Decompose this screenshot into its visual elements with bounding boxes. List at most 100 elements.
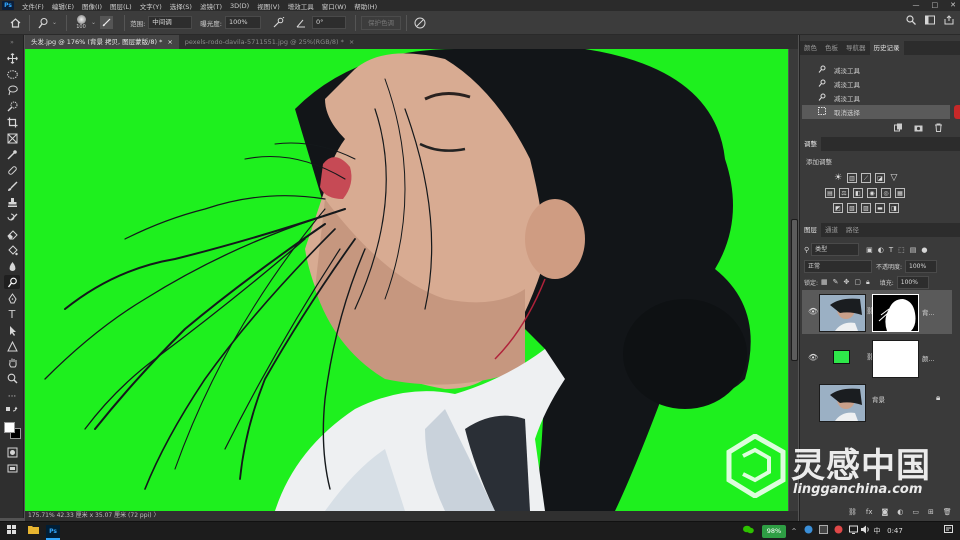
layer-name[interactable]: 背... bbox=[922, 307, 935, 317]
workspace-layout-icon[interactable] bbox=[925, 15, 935, 28]
document-tab-hair[interactable]: 头发.jpg @ 176% (背景 拷贝, 图层蒙版/8) * × bbox=[25, 35, 179, 49]
filter-shape-icon[interactable]: ⬚ bbox=[898, 246, 905, 254]
brush-settings-panel-icon[interactable] bbox=[100, 16, 114, 29]
home-icon[interactable] bbox=[6, 15, 24, 31]
lock-artboard-icon[interactable]: ▢ bbox=[854, 278, 861, 287]
minimize-button[interactable]: — bbox=[913, 0, 920, 11]
tab-color[interactable]: 颜色 bbox=[800, 41, 821, 55]
network-icon[interactable] bbox=[848, 525, 858, 538]
battery-indicator[interactable]: 98% bbox=[762, 525, 786, 538]
layer-row-background-copy[interactable]: 👁︎ ⛓ 背... bbox=[802, 290, 952, 334]
layer-filter-select[interactable]: 类型 bbox=[811, 243, 860, 256]
layer-name[interactable]: 颜... bbox=[922, 353, 935, 363]
type-tool-icon[interactable]: T bbox=[4, 307, 20, 321]
file-explorer-icon[interactable] bbox=[27, 525, 39, 538]
zoom-tool-icon[interactable] bbox=[4, 371, 20, 385]
hue-saturation-icon[interactable]: ▤ bbox=[825, 188, 835, 198]
filter-pixel-icon[interactable]: ▣ bbox=[866, 246, 873, 254]
ime-indicator[interactable]: 中 bbox=[872, 525, 882, 538]
clock[interactable]: 0:47 bbox=[884, 525, 906, 538]
tab-adjustments[interactable]: 调整 bbox=[800, 137, 821, 151]
opacity-input[interactable]: 100% bbox=[905, 260, 938, 273]
notification-center-icon[interactable] bbox=[943, 525, 953, 538]
channel-mixer-icon[interactable]: ◎ bbox=[881, 188, 891, 198]
snapshot-camera-icon[interactable] bbox=[914, 123, 923, 134]
toolbar-collapse-icon[interactable]: » bbox=[4, 39, 20, 46]
black-white-icon[interactable]: ◧ bbox=[853, 188, 863, 198]
lasso-tool-icon[interactable] bbox=[4, 83, 20, 97]
brush-tool-icon[interactable] bbox=[4, 179, 20, 193]
lock-image-icon[interactable]: ✎ bbox=[833, 278, 839, 287]
tab-close-icon[interactable]: × bbox=[167, 38, 172, 46]
wechat-tray-icon[interactable] bbox=[741, 525, 755, 538]
frame-tool-icon[interactable] bbox=[4, 131, 20, 145]
document-canvas[interactable] bbox=[25, 49, 788, 511]
photoshop-taskbar-icon[interactable]: Ps bbox=[46, 525, 60, 540]
close-button[interactable]: ✕ bbox=[950, 0, 956, 11]
menu-file[interactable]: 文件(F) bbox=[18, 1, 48, 11]
gradient-map-icon[interactable]: ▬ bbox=[875, 203, 885, 213]
menu-edit[interactable]: 编辑(E) bbox=[48, 1, 78, 11]
new-document-from-state-icon[interactable] bbox=[894, 123, 903, 134]
eyedropper-tool-icon[interactable] bbox=[4, 147, 20, 161]
filter-smart-object-icon[interactable]: ▤ bbox=[910, 246, 917, 254]
pressure-size-icon[interactable] bbox=[412, 15, 428, 31]
tab-close-icon[interactable]: × bbox=[349, 38, 354, 46]
photo-filter-icon[interactable]: ◉ bbox=[867, 188, 877, 198]
shape-tool-icon[interactable] bbox=[4, 339, 20, 353]
share-icon[interactable] bbox=[944, 15, 954, 28]
layer-style-fx-icon[interactable]: fx bbox=[866, 508, 873, 516]
volume-icon[interactable] bbox=[860, 525, 870, 538]
history-item-selected[interactable]: 取消选择 bbox=[802, 105, 950, 119]
fill-color-swatch[interactable] bbox=[833, 350, 850, 364]
eraser-tool-icon[interactable] bbox=[4, 227, 20, 241]
hand-tool-icon[interactable] bbox=[4, 355, 20, 369]
exposure-icon[interactable]: ◪ bbox=[875, 173, 885, 183]
invert-icon[interactable]: ◩ bbox=[833, 203, 843, 213]
filter-toggle-icon[interactable]: ● bbox=[921, 246, 927, 254]
layer-thumbnail[interactable] bbox=[819, 294, 866, 332]
visibility-eye-icon[interactable]: 👁︎ bbox=[808, 353, 818, 362]
preset-chevron-down-icon[interactable]: ⌄ bbox=[52, 19, 57, 26]
tab-swatches[interactable]: 色板 bbox=[821, 41, 842, 55]
fill-input[interactable]: 100% bbox=[896, 276, 929, 289]
swap-colors-icon[interactable] bbox=[4, 405, 20, 413]
tab-layers[interactable]: 图层 bbox=[800, 223, 821, 237]
move-tool-icon[interactable] bbox=[4, 51, 20, 65]
filter-adjustment-icon[interactable]: ◐ bbox=[878, 246, 884, 254]
edit-toolbar-icon[interactable]: ··· bbox=[4, 390, 20, 404]
menu-view[interactable]: 视图(V) bbox=[253, 1, 284, 11]
curves-icon[interactable]: ⟋ bbox=[861, 173, 871, 183]
brush-chevron-down-icon[interactable]: ⌄ bbox=[91, 19, 96, 26]
delete-layer-icon[interactable]: 🗑︎ bbox=[943, 508, 952, 516]
tray-app-icon[interactable] bbox=[803, 525, 813, 538]
menu-3d[interactable]: 3D(D) bbox=[226, 2, 253, 10]
menu-window[interactable]: 窗口(W) bbox=[318, 1, 351, 11]
tab-paths[interactable]: 路径 bbox=[842, 223, 863, 237]
lock-all-icon[interactable]: 🔒︎ bbox=[866, 278, 870, 287]
tray-chevron-up-icon[interactable]: ^ bbox=[790, 525, 798, 538]
vibrance-icon[interactable]: ▽ bbox=[889, 173, 899, 183]
link-layers-icon[interactable]: ⛓ bbox=[848, 508, 857, 516]
tab-navigator[interactable]: 导航器 bbox=[842, 41, 870, 55]
filter-type-icon[interactable]: T bbox=[889, 246, 893, 254]
maximize-button[interactable]: □ bbox=[932, 0, 939, 11]
search-icon[interactable] bbox=[906, 15, 916, 28]
marquee-tool-icon[interactable] bbox=[4, 67, 20, 81]
lock-position-icon[interactable]: ✥ bbox=[844, 278, 850, 287]
visibility-eye-icon[interactable]: 👁︎ bbox=[808, 307, 818, 316]
layer-mask-thumbnail[interactable] bbox=[872, 294, 919, 332]
threshold-icon[interactable]: ▨ bbox=[861, 203, 871, 213]
blend-mode-select[interactable]: 正常 bbox=[804, 260, 872, 273]
history-item[interactable]: 减淡工具 bbox=[802, 91, 950, 105]
new-layer-icon[interactable]: ⊞ bbox=[928, 508, 934, 516]
blur-tool-icon[interactable] bbox=[4, 259, 20, 273]
scrollbar-thumb[interactable] bbox=[791, 219, 798, 361]
healing-brush-tool-icon[interactable] bbox=[4, 163, 20, 177]
exposure-input[interactable]: 100% bbox=[224, 16, 261, 29]
path-selection-tool-icon[interactable] bbox=[4, 323, 20, 337]
menu-plugins[interactable]: 增效工具 bbox=[284, 1, 318, 11]
layer-row-color-fill[interactable]: 👁︎ ⛓ 颜... bbox=[802, 336, 952, 380]
paint-bucket-tool-icon[interactable] bbox=[4, 243, 20, 257]
lock-transparent-icon[interactable]: ▦ bbox=[821, 278, 828, 287]
